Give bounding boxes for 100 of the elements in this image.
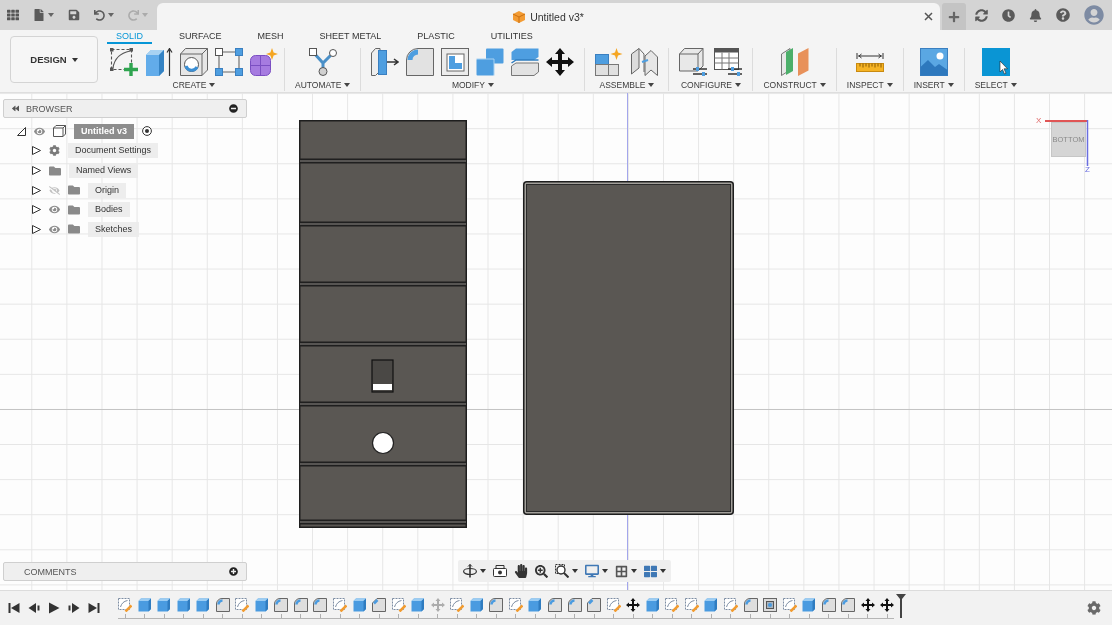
- collapse-icon[interactable]: [12, 105, 19, 112]
- rounded-corner-icon[interactable]: [821, 598, 836, 612]
- tool-group-menu[interactable]: INSPECT: [846, 79, 893, 91]
- rounded-corner-icon[interactable]: [548, 598, 563, 612]
- close-icon[interactable]: [924, 12, 933, 21]
- box-icon[interactable]: [196, 598, 211, 612]
- sketch-icon[interactable]: [391, 598, 406, 612]
- tree-item-label[interactable]: Bodies: [88, 202, 130, 218]
- box-icon[interactable]: [469, 598, 484, 612]
- file-menu-button[interactable]: [33, 9, 54, 21]
- step-forward-icon[interactable]: [68, 602, 80, 614]
- viewports-menu-button[interactable]: [644, 564, 666, 578]
- rounded-cube-icon[interactable]: [250, 48, 278, 76]
- ruler-icon[interactable]: [855, 52, 884, 72]
- step-back-icon[interactable]: [28, 602, 40, 614]
- eye-icon[interactable]: [49, 204, 60, 216]
- rounded-corner-icon[interactable]: [489, 598, 504, 612]
- tool-group-menu[interactable]: MODIFY: [451, 79, 494, 91]
- grid-menu-button[interactable]: [615, 564, 637, 578]
- skip-end-icon[interactable]: [88, 602, 100, 614]
- new-tab-button[interactable]: [942, 3, 966, 30]
- sketch-icon[interactable]: [606, 598, 621, 612]
- box-icon[interactable]: [528, 598, 543, 612]
- cubes-sparkle-icon[interactable]: [595, 48, 624, 76]
- box-arrow-icon[interactable]: [145, 48, 173, 76]
- undo-button[interactable]: [94, 9, 114, 21]
- picture-icon[interactable]: [919, 48, 948, 76]
- tree-item-label[interactable]: Named Views: [69, 163, 139, 179]
- rounded-corner-icon[interactable]: [215, 598, 230, 612]
- tool-group-menu[interactable]: CONFIGURE: [680, 79, 741, 91]
- document-tab[interactable]: Untitled v3*: [157, 3, 940, 30]
- hollow-box-icon[interactable]: [441, 48, 470, 76]
- joined-cubes-icon[interactable]: [476, 48, 505, 76]
- planes-icon[interactable]: [780, 48, 809, 76]
- sketch-icon[interactable]: [782, 598, 797, 612]
- refresh-icon[interactable]: [975, 8, 988, 22]
- toolbar-tab[interactable]: PLASTIC: [408, 30, 464, 44]
- tool-group-menu[interactable]: INSERT: [913, 79, 954, 91]
- toolbar-tab[interactable]: SURFACE: [170, 30, 231, 44]
- zoom-window-menu-button[interactable]: [555, 564, 578, 578]
- bell-icon[interactable]: [1029, 8, 1042, 22]
- rounded-corner-icon[interactable]: [743, 598, 758, 612]
- sketch-icon[interactable]: [118, 598, 132, 612]
- toolbar-tab[interactable]: SHEET METAL: [310, 30, 391, 44]
- apps-grid-icon[interactable]: [7, 9, 19, 21]
- triangle-icon[interactable]: [32, 166, 41, 176]
- sketch-icon[interactable]: [508, 598, 523, 612]
- help-icon[interactable]: [1056, 8, 1070, 22]
- camera-icon[interactable]: [493, 565, 507, 577]
- box-icon[interactable]: [176, 598, 191, 612]
- box-icon[interactable]: [157, 598, 172, 612]
- cursor-tile-icon[interactable]: [981, 48, 1010, 76]
- sketch-icon[interactable]: [235, 598, 250, 612]
- orbit-menu-button[interactable]: [463, 564, 486, 578]
- move-arrows-icon[interactable]: [860, 598, 875, 612]
- triangle-icon[interactable]: [32, 205, 41, 215]
- sketch-plus-icon[interactable]: [110, 48, 138, 76]
- sketch-icon[interactable]: [450, 598, 465, 612]
- panel-arrow-icon[interactable]: [371, 48, 400, 76]
- rounded-corner-icon[interactable]: [313, 598, 328, 612]
- tree-item-label[interactable]: Sketches: [88, 221, 140, 237]
- toolbar-tab[interactable]: UTILITIES: [481, 30, 542, 44]
- box-icon[interactable]: [254, 598, 269, 612]
- triangle-icon[interactable]: [32, 185, 41, 195]
- save-icon[interactable]: [68, 9, 80, 21]
- tree-item-label[interactable]: Document Settings: [68, 143, 159, 159]
- tool-group-menu[interactable]: SELECT: [974, 79, 1017, 91]
- sketch-icon[interactable]: [333, 598, 347, 612]
- triangle-icon[interactable]: [32, 224, 41, 234]
- skip-start-icon[interactable]: [8, 602, 20, 614]
- box-icon[interactable]: [645, 598, 660, 612]
- play-icon[interactable]: [48, 602, 60, 614]
- box-icon[interactable]: [411, 598, 426, 612]
- box-icon[interactable]: [802, 598, 817, 612]
- tree-item-label[interactable]: Origin: [88, 182, 126, 198]
- triangle-icon[interactable]: [32, 146, 41, 156]
- beveled-corner-icon[interactable]: [372, 598, 387, 612]
- eye-icon[interactable]: [34, 125, 45, 137]
- eye-icon[interactable]: [49, 223, 60, 235]
- rounded-corner-icon[interactable]: [567, 598, 582, 612]
- display-menu-button[interactable]: [585, 564, 608, 578]
- sketch-icon[interactable]: [684, 598, 699, 612]
- tool-group-menu[interactable]: ASSEMBLE: [599, 79, 655, 91]
- beveled-corner-icon[interactable]: [587, 598, 602, 612]
- box-icon[interactable]: [704, 598, 719, 612]
- pattern-squares-icon[interactable]: [215, 48, 243, 76]
- settings-icon[interactable]: [1087, 601, 1101, 615]
- tool-group-menu[interactable]: CONSTRUCT: [763, 79, 826, 91]
- hole-box-icon[interactable]: [180, 48, 208, 76]
- clock-icon[interactable]: [1002, 8, 1015, 22]
- box-icon[interactable]: [352, 598, 367, 612]
- workspace-button[interactable]: DESIGN: [10, 36, 98, 83]
- radio-icon[interactable]: [142, 126, 152, 137]
- bent-plates-icon[interactable]: [630, 48, 659, 76]
- rounded-corner-icon[interactable]: [406, 48, 435, 76]
- rounded-corner-icon[interactable]: [274, 598, 289, 612]
- timeline-marker-icon[interactable]: [896, 594, 907, 618]
- tool-group-menu[interactable]: AUTOMATE: [295, 79, 351, 91]
- move-arrows-icon[interactable]: [626, 598, 641, 612]
- hollow-box-icon[interactable]: [763, 598, 778, 612]
